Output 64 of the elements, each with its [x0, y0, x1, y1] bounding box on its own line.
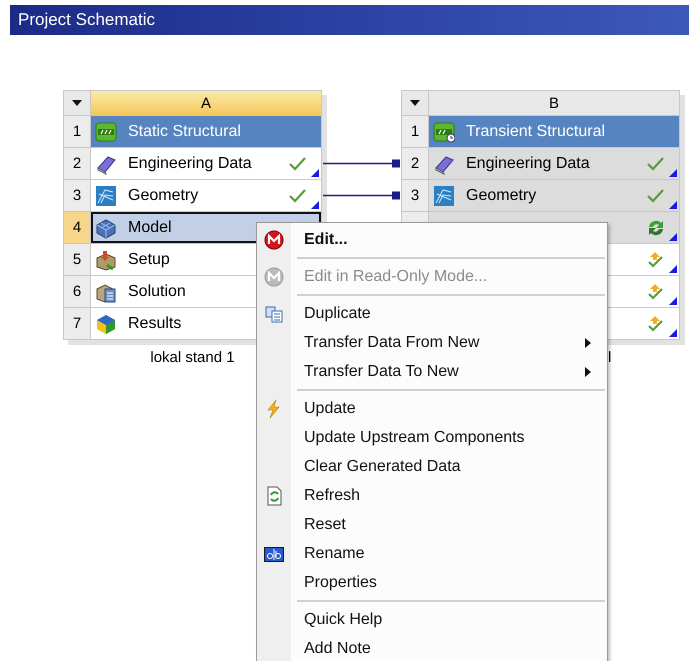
- row-number: 6: [64, 276, 90, 307]
- structural-system-icon: [95, 120, 117, 142]
- component-cell[interactable]: Geometry: [429, 180, 679, 211]
- m-logo-icon: [264, 230, 284, 250]
- component-name: Results: [128, 314, 182, 332]
- menu-item[interactable]: Quick Help: [257, 605, 607, 634]
- component-name: Engineering Data: [466, 154, 591, 172]
- row-number: 7: [64, 308, 90, 339]
- menu-item[interactable]: Refresh: [257, 481, 607, 510]
- row-number: 2: [64, 148, 90, 179]
- row-number: 5: [64, 244, 90, 275]
- corner-triangle-icon: [311, 201, 319, 209]
- menu-item[interactable]: Clear Generated Data: [257, 452, 607, 481]
- package-icon: [95, 248, 117, 270]
- dropdown-arrow-icon[interactable]: [409, 99, 421, 107]
- system-title-cell[interactable]: Transient Structural: [429, 116, 679, 147]
- menu-item[interactable]: Add Note: [257, 634, 607, 661]
- menu-item[interactable]: Rename: [257, 539, 607, 568]
- row-number: 2: [402, 148, 428, 179]
- component-name: Geometry: [128, 186, 200, 204]
- system-title-cell[interactable]: Static Structural: [91, 116, 321, 147]
- menu-item[interactable]: Properties: [257, 568, 607, 597]
- arrow-check-icon: [646, 282, 666, 302]
- row-number: 1: [64, 116, 90, 147]
- corner-triangle-icon: [669, 201, 677, 209]
- corner-triangle-icon: [311, 169, 319, 177]
- component-name: Setup: [128, 250, 171, 268]
- transient-system-icon: [433, 120, 455, 142]
- menu-item[interactable]: Update Upstream Components: [257, 423, 607, 452]
- corner-triangle-icon: [669, 329, 677, 337]
- contour-cube-icon: [95, 312, 117, 334]
- row-number: 1: [402, 116, 428, 147]
- component-name: Solution: [128, 282, 187, 300]
- column-header[interactable]: B: [429, 91, 679, 115]
- row-number: 3: [64, 180, 90, 211]
- duplicate-icon: [264, 304, 284, 324]
- component-cell[interactable]: Geometry: [91, 180, 321, 211]
- column-header[interactable]: A: [91, 91, 321, 115]
- dropdown-arrow-icon[interactable]: [71, 99, 83, 107]
- menu-item[interactable]: Reset: [257, 510, 607, 539]
- geometry-icon: [433, 184, 455, 206]
- arrow-check-icon: [646, 250, 666, 270]
- system-label: l: [608, 349, 612, 366]
- component-name: Geometry: [466, 186, 538, 204]
- row-number: 4: [64, 212, 90, 243]
- corner-triangle-icon: [669, 265, 677, 273]
- system-label: lokal stand 1: [150, 349, 235, 366]
- component-name: Model: [128, 218, 173, 236]
- corner-triangle-icon: [669, 233, 677, 241]
- system-title: Static Structural: [128, 122, 242, 140]
- corner-triangle-icon: [669, 297, 677, 305]
- arrow-check-icon: [646, 314, 666, 334]
- geometry-icon: [95, 184, 117, 206]
- component-cell[interactable]: Engineering Data: [429, 148, 679, 179]
- menu-item[interactable]: Update: [257, 394, 607, 423]
- system-title: Transient Structural: [466, 122, 606, 140]
- mesh-cube-icon: [95, 216, 117, 238]
- component-cell[interactable]: Engineering Data: [91, 148, 321, 179]
- panel-title: Project Schematic: [17, 10, 155, 30]
- menu-item[interactable]: Transfer Data To New: [257, 357, 607, 386]
- component-name: Engineering Data: [128, 154, 253, 172]
- corner-triangle-icon: [669, 169, 677, 177]
- m-logo-icon: [264, 266, 284, 286]
- row-number: 3: [402, 180, 428, 211]
